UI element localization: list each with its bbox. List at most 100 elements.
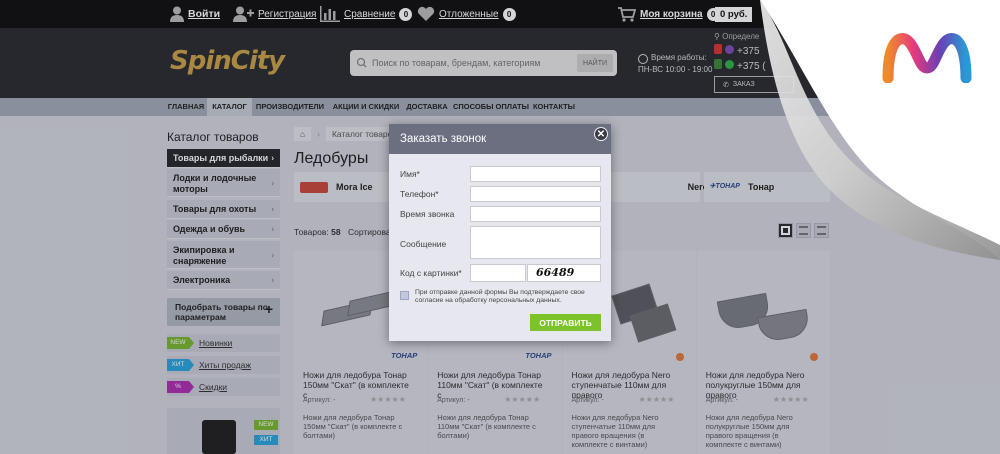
captcha-label: Код с картинки* bbox=[400, 268, 462, 278]
nav-payment[interactable]: СПОСОБЫ ОПЛАТЫ bbox=[452, 98, 530, 116]
search-button[interactable]: НАЙТИ bbox=[576, 54, 613, 72]
search-input[interactable] bbox=[372, 51, 577, 75]
promo-new-badge: NEW bbox=[254, 420, 278, 430]
sidebar-item-boats[interactable]: Лодки и лодочные моторы › bbox=[167, 169, 280, 197]
discount-tag: % bbox=[167, 381, 194, 393]
captcha-image: 66489 bbox=[527, 264, 601, 282]
breadcrumb: ⌂ › Каталог товаров bbox=[294, 127, 403, 141]
close-icon[interactable]: ✕ bbox=[594, 127, 608, 141]
deferred-label: Отложенные bbox=[439, 8, 499, 20]
cart-icon bbox=[618, 6, 636, 22]
nav-catalog[interactable]: КАТАЛОГ bbox=[207, 98, 252, 116]
name-field[interactable] bbox=[470, 166, 601, 182]
brand-label: Mora Ice bbox=[336, 182, 373, 192]
deferred-link[interactable]: Отложенные 0 bbox=[417, 0, 516, 28]
nav-contacts[interactable]: КОНТАКТЫ bbox=[530, 98, 578, 116]
hit-tag: ХИТ bbox=[167, 359, 194, 371]
product-card[interactable]: Ножи для ледобура Nero полукруглые 150мм… bbox=[696, 251, 830, 454]
tonar-logo-icon: ✈ТОНАР bbox=[709, 182, 740, 190]
hits-link[interactable]: ХИТ Хиты продаж bbox=[167, 356, 280, 374]
hits-label: Хиты продаж bbox=[199, 360, 252, 370]
nav-home[interactable]: ГЛАВНАЯ bbox=[166, 98, 206, 116]
message-field[interactable] bbox=[470, 226, 601, 259]
sidebar-item-hunting[interactable]: Товары для охоты › bbox=[167, 200, 280, 219]
promo-product[interactable]: NEW ХИТ bbox=[167, 408, 280, 454]
count-value: 58 bbox=[331, 227, 341, 237]
message-label: Сообщение bbox=[400, 239, 447, 249]
sidebar-item-equipment[interactable]: Экипировка и снаряжение › bbox=[167, 241, 280, 269]
phone-label: Телефон* bbox=[400, 189, 439, 199]
cart-total-value: 0 руб. bbox=[715, 6, 753, 22]
rating-stars-icon: ★★★★★ bbox=[504, 395, 541, 404]
home-icon[interactable]: ⌂ bbox=[294, 127, 312, 141]
compare-link[interactable]: Сравнение 0 bbox=[320, 0, 413, 28]
product-description: Ножи для ледобура Тонар 150мм "Скат" (в … bbox=[303, 413, 403, 440]
products-count: Товаров: 58 Сортироват bbox=[294, 227, 394, 237]
hours-title: Время работы: bbox=[651, 53, 707, 62]
submit-button[interactable]: ОТПРАВИТЬ bbox=[530, 314, 601, 331]
phone-field[interactable] bbox=[470, 186, 601, 202]
consent-checkbox[interactable] bbox=[400, 291, 409, 300]
brand-logo: ТОНАР bbox=[525, 351, 552, 360]
compare-label: Сравнение bbox=[344, 8, 396, 20]
site-logo[interactable]: SpinCity bbox=[170, 46, 285, 76]
nero-logo-icon bbox=[675, 353, 684, 361]
filter-params-label: Подобрать товары по параметрам bbox=[175, 302, 268, 322]
sidebar-item-label: Электроника bbox=[173, 275, 231, 285]
user-icon bbox=[170, 6, 184, 22]
filter-params-button[interactable]: Подобрать товары по параметрам + bbox=[167, 298, 280, 326]
sidebar-item-electronics[interactable]: Электроника › bbox=[167, 271, 280, 290]
nero-logo-icon bbox=[810, 353, 818, 361]
nav-delivery[interactable]: ДОСТАВКА bbox=[404, 98, 450, 116]
chevron-right-icon: › bbox=[271, 153, 274, 163]
city-selector[interactable]: ⚲ Определе bbox=[714, 30, 766, 44]
cart-total: 0 руб. bbox=[715, 0, 753, 28]
register-link[interactable]: Регистрация bbox=[232, 0, 316, 28]
sort-label[interactable]: Сортироват bbox=[348, 227, 394, 237]
captcha-field[interactable] bbox=[470, 264, 526, 282]
call-time-field[interactable] bbox=[470, 206, 601, 222]
order-call-label: ЗАКАЗ bbox=[732, 81, 755, 88]
rating-stars-icon: ★★★★★ bbox=[772, 395, 809, 404]
breadcrumb-separator: › bbox=[317, 129, 320, 139]
clock-icon bbox=[638, 54, 648, 64]
phone-2[interactable]: +375 ( bbox=[714, 59, 766, 74]
sidebar-item-label: Товары для охоты bbox=[173, 204, 257, 214]
city-label: Определе bbox=[722, 32, 760, 41]
hours-value: ПН-ВС 10:00 - 19:00 bbox=[638, 65, 713, 74]
nav-promotions[interactable]: АКЦИИ И СКИДКИ bbox=[328, 98, 404, 116]
phone-1-number: +375 bbox=[737, 46, 760, 57]
compare-count: 0 bbox=[399, 7, 413, 21]
chevron-right-icon: › bbox=[271, 224, 274, 234]
product-description: Ножи для ледобура Тонар 110мм "Скат" (в … bbox=[437, 413, 536, 440]
operator-icon bbox=[714, 44, 722, 54]
contacts: ⚲ Определе +375 +375 ( bbox=[714, 30, 766, 74]
phone-1[interactable]: +375 bbox=[714, 44, 766, 59]
product-sku: Артикул: - bbox=[571, 397, 604, 404]
product-image bbox=[709, 279, 819, 344]
working-hours: Время работы: ПН-ВС 10:00 - 19:00 bbox=[638, 52, 712, 76]
sidebar-item-fishing[interactable]: Товары для рыбалки › bbox=[167, 149, 280, 168]
sidebar-item-clothing[interactable]: Одежда и обувь › bbox=[167, 220, 280, 239]
call-time-label: Время звонка bbox=[400, 209, 455, 219]
product-sku: Артикул: - bbox=[303, 397, 336, 404]
chevron-right-icon: › bbox=[271, 204, 274, 214]
location-icon: ⚲ bbox=[714, 32, 720, 41]
nav-manufacturers[interactable]: ПРОИЗВОДИТЕЛИ bbox=[254, 98, 326, 116]
cart-link[interactable]: Моя корзина 0 bbox=[618, 0, 720, 28]
consent-text: При отправке данной формы Вы подтверждае… bbox=[415, 289, 585, 304]
new-items-link[interactable]: NEW Новинки bbox=[167, 334, 280, 352]
whatsapp-icon bbox=[725, 60, 734, 69]
viber-icon bbox=[725, 45, 734, 54]
plus-icon: + bbox=[264, 301, 273, 317]
login-label: Войти bbox=[188, 8, 221, 20]
register-label: Регистрация bbox=[258, 8, 317, 20]
product-sku: Артикул: - bbox=[705, 397, 739, 404]
sidebar-item-label: Экипировка и снаряжение bbox=[173, 245, 235, 266]
product-description: Ножи для ледобура Nero ступенчатые 110мм… bbox=[571, 413, 659, 449]
discounts-link[interactable]: % Скидки bbox=[167, 378, 280, 396]
deferred-count: 0 bbox=[502, 7, 516, 21]
search-bar: НАЙТИ bbox=[350, 50, 617, 76]
chart-icon bbox=[320, 6, 340, 22]
login-link[interactable]: Войти bbox=[170, 0, 220, 28]
